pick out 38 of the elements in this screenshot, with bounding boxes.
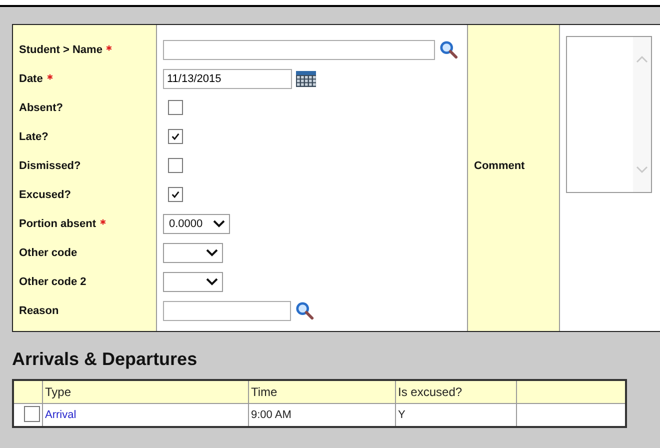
dropdown[interactable]: 0.0000 [163, 214, 230, 234]
comment-field[interactable] [566, 36, 652, 193]
calendar-icon[interactable] [296, 70, 316, 86]
search-icon[interactable] [295, 301, 314, 320]
dropdown[interactable] [163, 242, 223, 262]
field-label: Other code [19, 246, 78, 258]
check-icon [171, 132, 180, 141]
check-icon [171, 190, 180, 199]
column-header[interactable]: Is excused? [396, 380, 516, 404]
section-title: Arrivals & Departures [12, 348, 198, 371]
checkbox[interactable] [168, 187, 183, 202]
dropdown[interactable] [163, 272, 223, 292]
text-field[interactable] [163, 300, 291, 320]
field-label: Dismissed? [19, 160, 81, 172]
field-label: Date [19, 72, 43, 84]
table-cell: Y [396, 404, 516, 427]
chevron-down-icon [213, 220, 225, 228]
search-icon[interactable] [439, 40, 458, 59]
checkbox[interactable] [24, 406, 40, 422]
field-label: Student > Name [19, 44, 102, 56]
field-label: Absent? [19, 102, 63, 114]
column-header[interactable]: Type [42, 380, 248, 404]
type-link[interactable]: Arrival [45, 409, 76, 421]
text-field[interactable] [163, 40, 435, 60]
table-cell: 9:00 AM [248, 404, 396, 427]
field-label: Reason [19, 304, 59, 316]
checkbox[interactable] [168, 158, 183, 173]
checkbox[interactable] [168, 129, 183, 144]
chevron-down-icon [206, 248, 218, 256]
field-label: Portion absent [19, 218, 96, 230]
chevron-down-icon [206, 278, 218, 286]
field-label: Late? [19, 130, 48, 142]
field-label: Excused? [19, 188, 71, 200]
field-label: Other code 2 [19, 276, 86, 288]
checkbox[interactable] [168, 100, 183, 115]
date-field[interactable]: 11/13/2015 [163, 68, 292, 88]
field-label: Comment [474, 160, 525, 172]
column-header[interactable]: Time [248, 380, 396, 404]
